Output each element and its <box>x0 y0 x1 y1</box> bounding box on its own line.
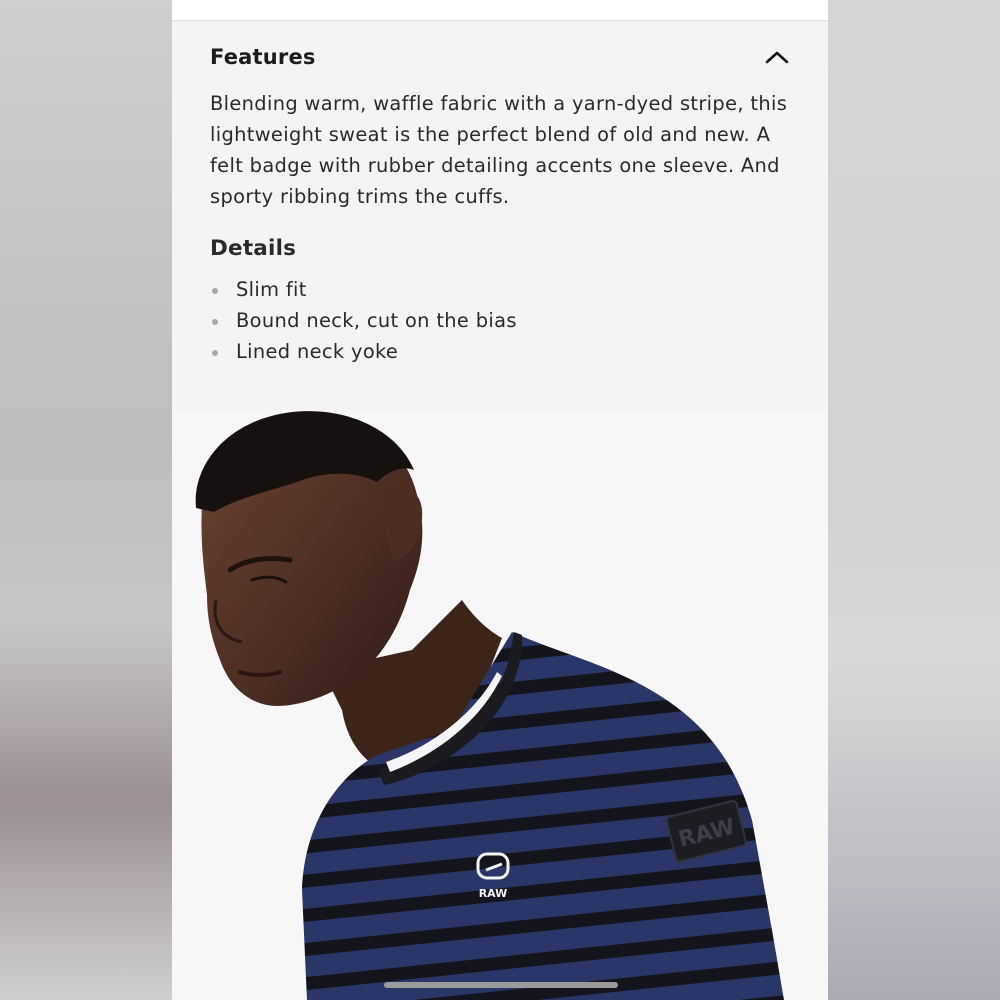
bullet-icon <box>212 319 218 325</box>
previous-card <box>172 0 828 21</box>
background-blur-left <box>0 0 172 1000</box>
details-title: Details <box>210 236 297 261</box>
chevron-up-icon[interactable] <box>764 47 790 67</box>
features-description: Blending warm, waffle fabric with a yarn… <box>210 92 788 208</box>
bullet-icon <box>212 288 218 294</box>
product-image[interactable]: RAW RAW <box>172 410 828 1000</box>
chest-logo-text: RAW <box>479 887 508 900</box>
home-indicator[interactable] <box>384 982 618 988</box>
bullet-icon <box>212 350 218 356</box>
list-item: Slim fit <box>210 274 517 305</box>
details-list: Slim fit Bound neck, cut on the bias Lin… <box>210 274 517 367</box>
product-detail-screen[interactable]: Features Blending warm, waffle fabric wi… <box>172 0 828 1000</box>
features-accordion-header[interactable]: Features <box>210 40 790 74</box>
list-item: Bound neck, cut on the bias <box>210 305 517 336</box>
background-blur-right <box>828 0 1000 1000</box>
features-title: Features <box>210 45 316 69</box>
list-item: Lined neck yoke <box>210 336 517 367</box>
